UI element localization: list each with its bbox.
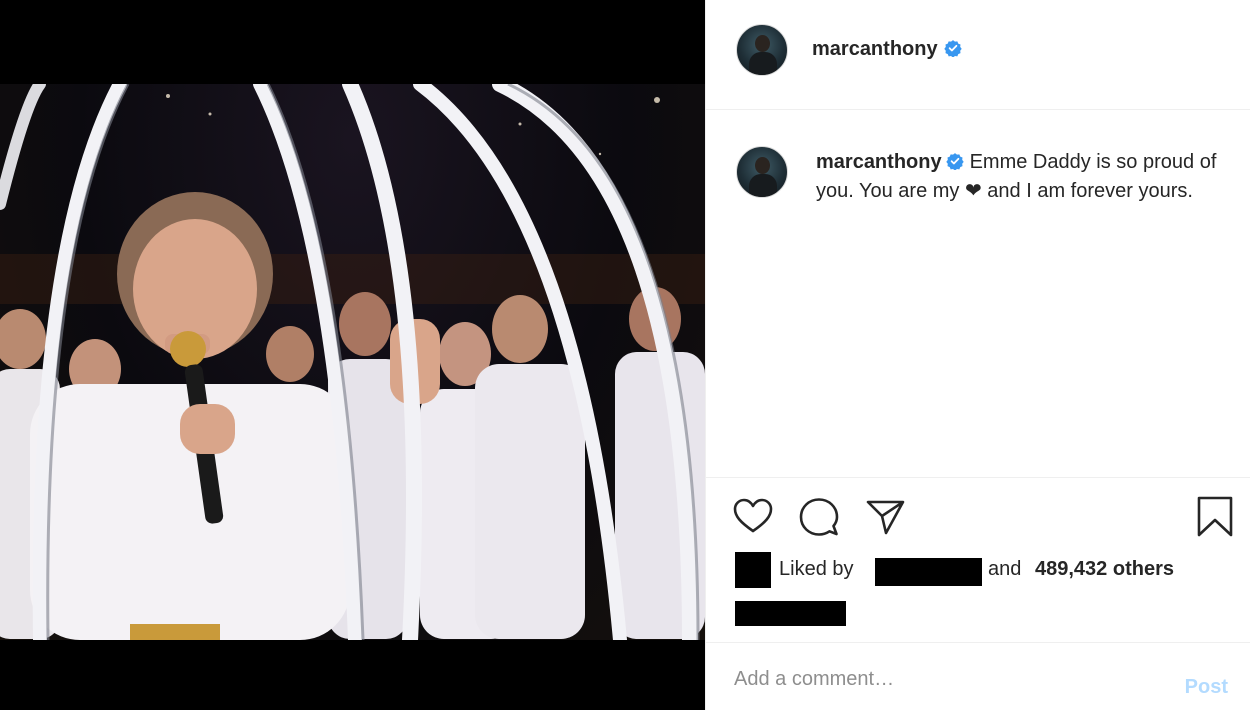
- avatar-torso: [749, 174, 777, 197]
- avatar-head: [755, 35, 770, 52]
- speech-bubble-icon: [799, 498, 839, 536]
- redacted-liker-avatar: [735, 552, 771, 588]
- caption-text-block: marcanthony Emme Daddy is so proud of yo…: [816, 148, 1236, 206]
- comment-bar: Post: [706, 643, 1250, 710]
- redacted-liker-name: [875, 558, 982, 586]
- author-avatar[interactable]: [736, 24, 788, 76]
- redacted-timestamp: [735, 601, 846, 626]
- likes-summary: Liked by and 489,432 others: [706, 552, 1250, 592]
- caption-author-avatar[interactable]: [736, 146, 788, 198]
- liked-by-and: and: [988, 558, 1022, 580]
- performance-scene-image: [0, 84, 705, 640]
- post-photo[interactable]: [0, 84, 705, 640]
- verified-badge-icon: [943, 40, 962, 57]
- likes-count-link[interactable]: 489,432 others: [1035, 558, 1174, 581]
- caption-username[interactable]: marcanthony: [816, 151, 942, 173]
- post-header: marcanthony: [706, 0, 1250, 110]
- like-button[interactable]: [732, 496, 774, 538]
- liked-by-label: Liked by: [779, 558, 854, 580]
- verified-badge-icon: [945, 153, 964, 170]
- post-media: [0, 0, 705, 710]
- paper-plane-icon: [866, 500, 905, 535]
- comment-button[interactable]: [798, 496, 840, 538]
- post-sidebar: marcanthony marcanthony Emme Daddy is so…: [705, 0, 1250, 710]
- avatar-torso: [749, 52, 777, 75]
- author-username-link[interactable]: marcanthony: [812, 38, 962, 61]
- heart-outline-icon: [733, 498, 773, 533]
- share-button[interactable]: [864, 496, 906, 538]
- save-button[interactable]: [1194, 496, 1236, 538]
- post-comment-button[interactable]: Post: [1185, 676, 1228, 699]
- avatar-head: [755, 157, 770, 174]
- author-username[interactable]: marcanthony: [812, 38, 938, 60]
- comment-input[interactable]: [732, 663, 1136, 695]
- post-actions: Liked by and 489,432 others: [706, 478, 1250, 643]
- post-caption-area: marcanthony Emme Daddy is so proud of yo…: [706, 110, 1250, 478]
- bookmark-icon: [1197, 496, 1233, 537]
